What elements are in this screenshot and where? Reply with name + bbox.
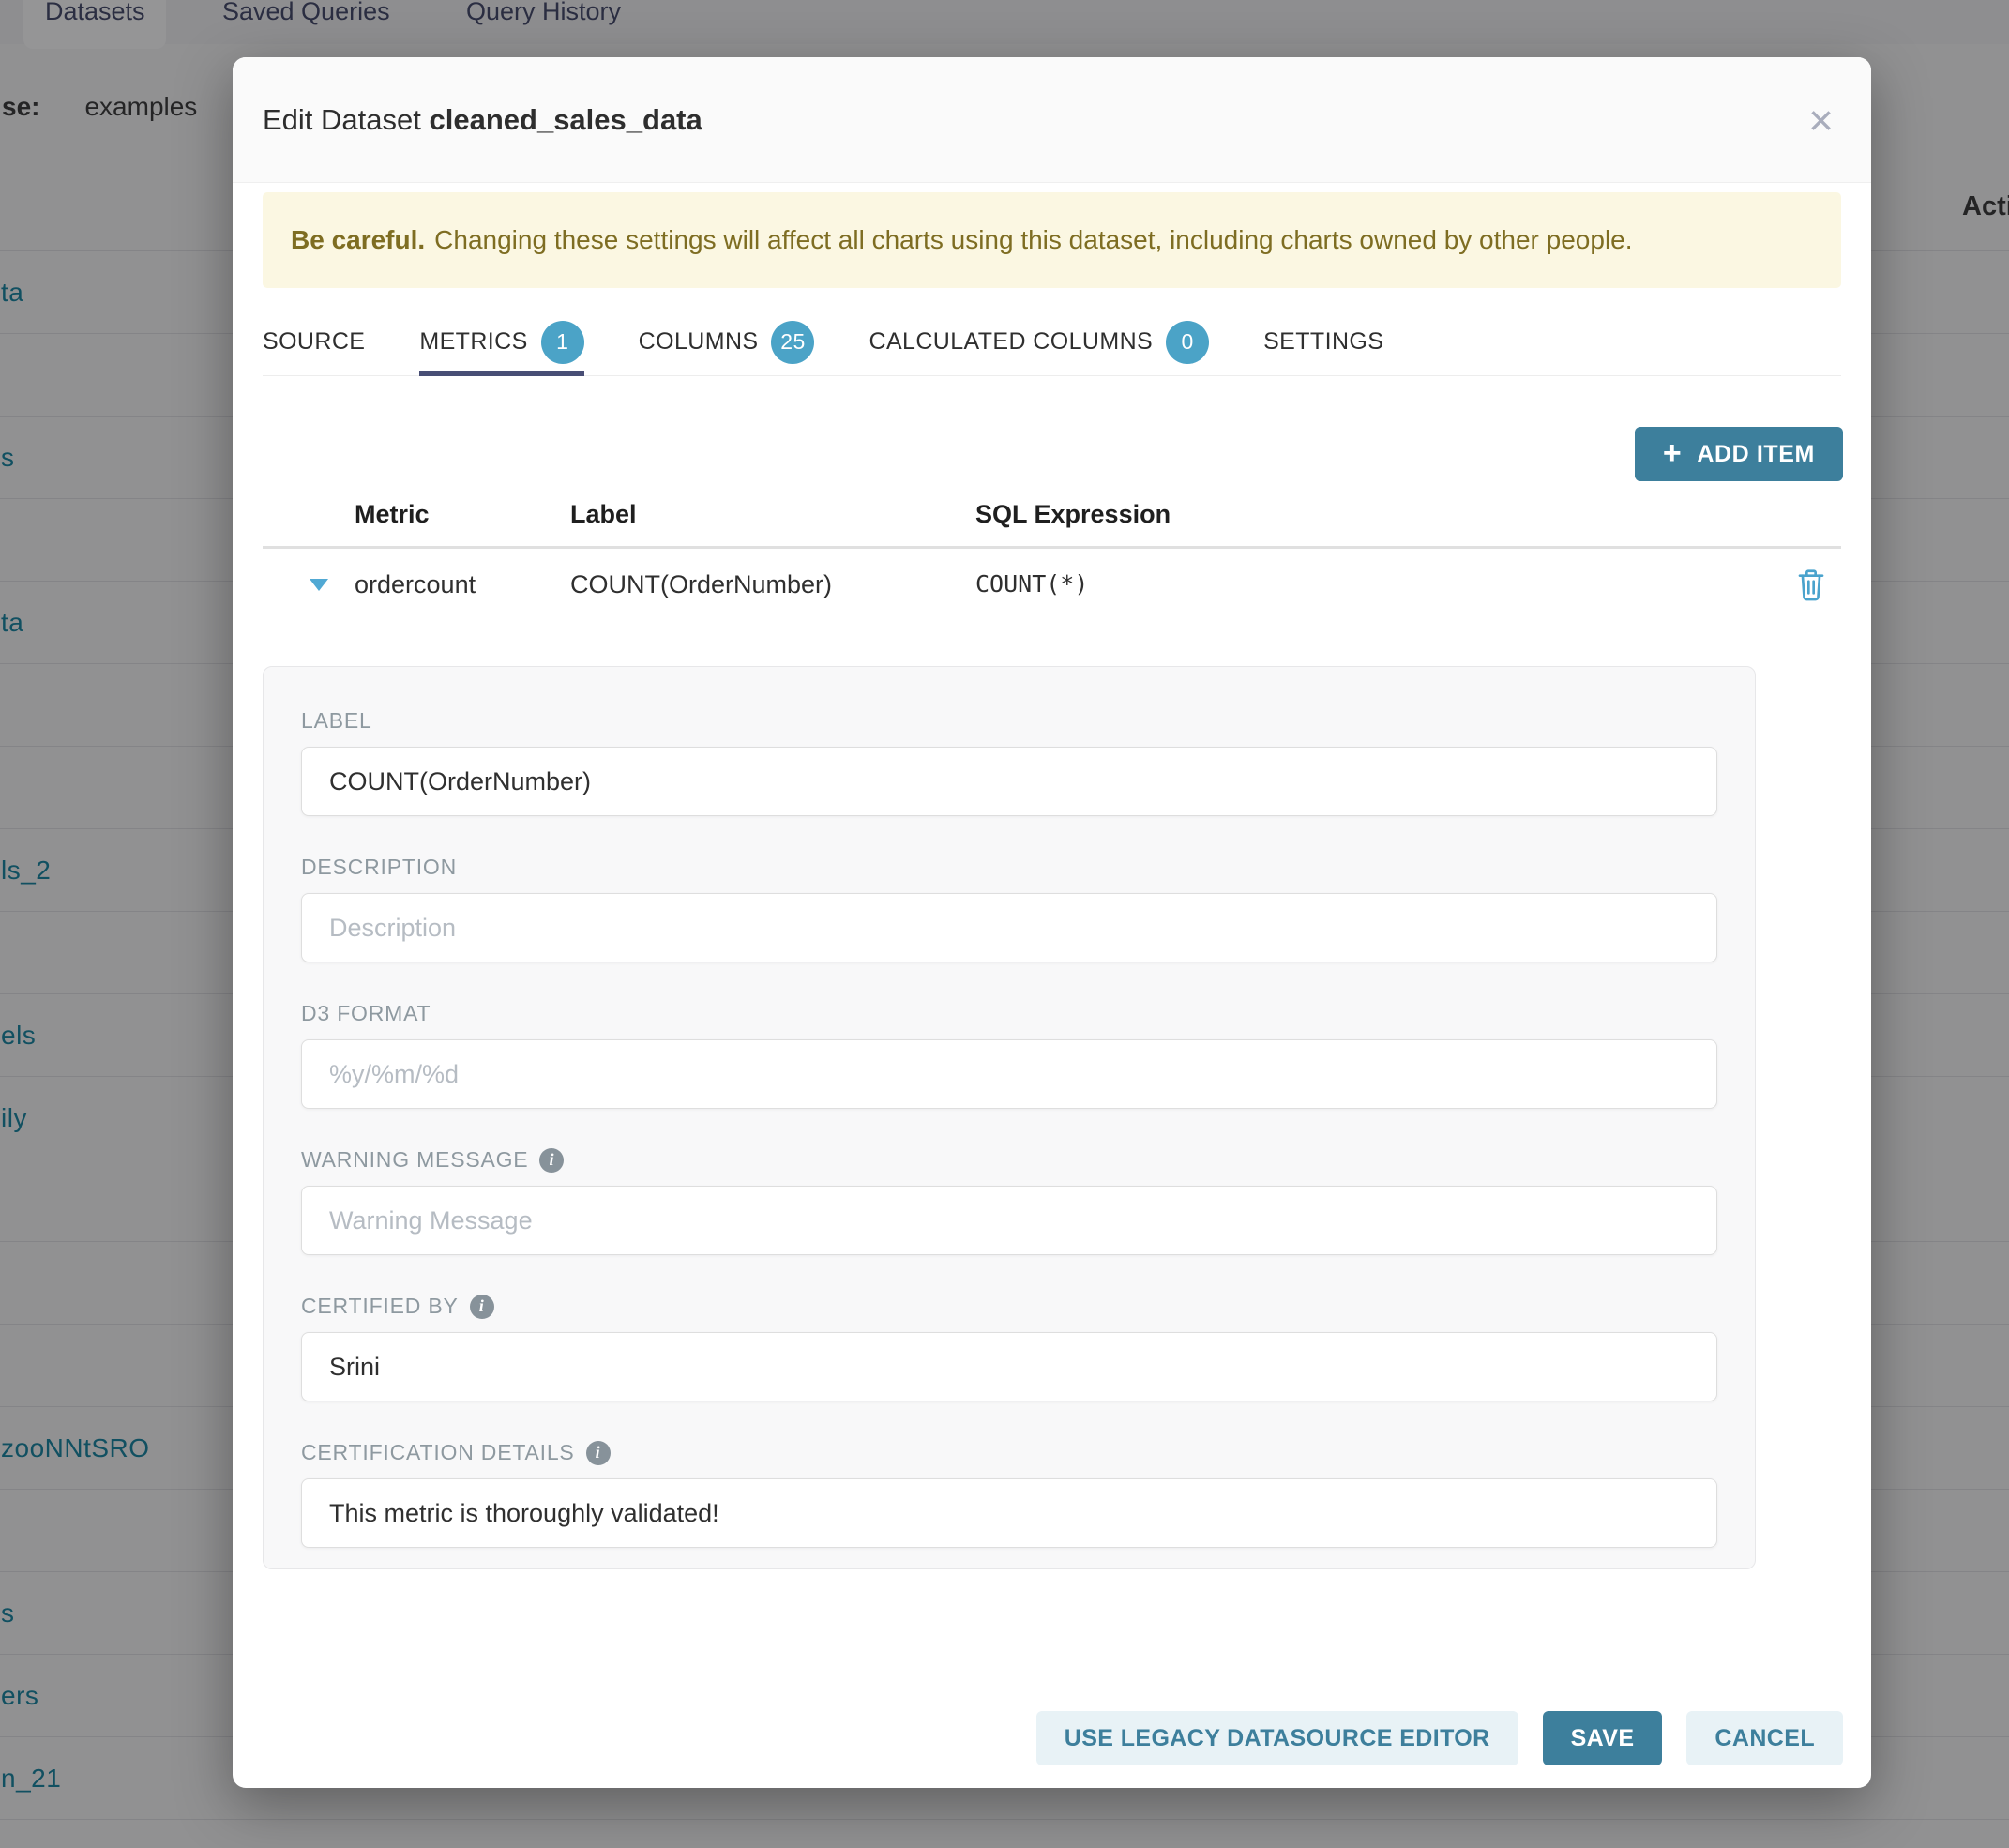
metrics-count-badge: 1 [541,321,584,364]
column-header-sql-expression: SQL Expression [975,500,1171,529]
calculated-columns-count-badge: 0 [1166,321,1209,364]
tab-label: COLUMNS [639,328,759,356]
cancel-button[interactable]: CANCEL [1686,1711,1843,1765]
field-label-text: DESCRIPTION [301,855,457,880]
dataset-name: cleaned_sales_data [430,103,702,136]
certification-details-input[interactable]: This metric is thoroughly validated! [301,1478,1717,1548]
field-description: DESCRIPTION Description [301,855,1717,962]
field-certification-details: CERTIFICATION DETAILS i This metric is t… [301,1440,1717,1548]
tab-label: SETTINGS [1263,328,1383,356]
save-button[interactable]: SAVE [1543,1711,1663,1765]
info-icon: i [586,1441,611,1465]
tab-settings[interactable]: SETTINGS [1263,309,1383,375]
tab-label: METRICS [419,328,527,356]
collapse-row-caret-icon[interactable] [310,579,328,591]
metric-sql-cell: COUNT(*) [975,570,1088,598]
tab-columns[interactable]: COLUMNS 25 [639,309,815,375]
input-value: COUNT(OrderNumber) [329,767,591,796]
delete-metric-button[interactable] [1796,568,1826,606]
column-header-metric: Metric [355,500,430,529]
warning-bold: Be careful. [291,225,425,255]
table-header-divider [263,546,1841,549]
warning-message-input[interactable]: Warning Message [301,1186,1717,1255]
column-header-label: Label [570,500,637,529]
columns-count-badge: 25 [771,321,814,364]
description-input[interactable]: Description [301,893,1717,962]
tab-metrics[interactable]: METRICS 1 [419,309,583,375]
tab-calculated-columns[interactable]: CALCULATED COLUMNS 0 [869,309,1209,375]
modal-title: Edit Dataset cleaned_sales_data [263,103,702,137]
edit-dataset-modal: Edit Dataset cleaned_sales_data × Be car… [233,57,1871,1788]
warning-banner: Be careful. Changing these settings will… [263,192,1841,288]
d3-format-input[interactable]: %y/%m/%d [301,1039,1717,1109]
close-icon[interactable]: × [1808,98,1834,142]
label-input[interactable]: COUNT(OrderNumber) [301,747,1717,816]
info-icon: i [470,1295,494,1319]
input-value: This metric is thoroughly validated! [329,1499,719,1528]
metric-name-cell: ordercount [355,570,476,599]
field-label-row: CERTIFIED BY i [301,1294,1717,1319]
field-label-text: WARNING MESSAGE [301,1147,528,1173]
field-label-row: LABEL [301,708,1717,734]
datasets-page: Datasets Saved Queries Query History se:… [0,0,2009,1848]
modal-footer: USE LEGACY DATASOURCE EDITOR SAVE CANCEL [1036,1711,1843,1765]
plus-icon: + [1663,437,1682,469]
input-placeholder: Description [329,914,456,943]
input-value: Srini [329,1353,380,1382]
add-item-button[interactable]: + ADD ITEM [1635,427,1843,481]
modal-title-prefix: Edit Dataset [263,103,421,136]
metric-label-cell: COUNT(OrderNumber) [570,570,832,599]
field-warning-message: WARNING MESSAGE i Warning Message [301,1147,1717,1255]
field-label-text: CERTIFIED BY [301,1294,459,1319]
tab-source[interactable]: SOURCE [263,309,365,375]
metric-edit-panel: LABEL COUNT(OrderNumber) DESCRIPTION Des… [263,666,1756,1569]
add-item-label: ADD ITEM [1697,441,1815,468]
tab-label: SOURCE [263,328,365,356]
field-label-row: WARNING MESSAGE i [301,1147,1717,1173]
field-label-row: DESCRIPTION [301,855,1717,880]
use-legacy-datasource-editor-button[interactable]: USE LEGACY DATASOURCE EDITOR [1036,1711,1518,1765]
field-label-text: D3 FORMAT [301,1001,430,1026]
field-label: LABEL COUNT(OrderNumber) [301,708,1717,816]
input-placeholder: Warning Message [329,1206,533,1235]
field-certified-by: CERTIFIED BY i Srini [301,1294,1717,1401]
modal-header: Edit Dataset cleaned_sales_data × [233,57,1871,183]
certified-by-input[interactable]: Srini [301,1332,1717,1401]
info-icon: i [539,1148,564,1173]
field-label-text: CERTIFICATION DETAILS [301,1440,575,1465]
warning-text: Changing these settings will affect all … [434,225,1632,255]
field-label-row: D3 FORMAT [301,1001,1717,1026]
input-placeholder: %y/%m/%d [329,1060,459,1089]
field-d3-format: D3 FORMAT %y/%m/%d [301,1001,1717,1109]
trash-icon [1796,568,1826,601]
field-label-row: CERTIFICATION DETAILS i [301,1440,1717,1465]
modal-tabs: SOURCE METRICS 1 COLUMNS 25 CALCULATED C… [263,309,1841,376]
tab-label: CALCULATED COLUMNS [869,328,1153,356]
field-label-text: LABEL [301,708,372,734]
